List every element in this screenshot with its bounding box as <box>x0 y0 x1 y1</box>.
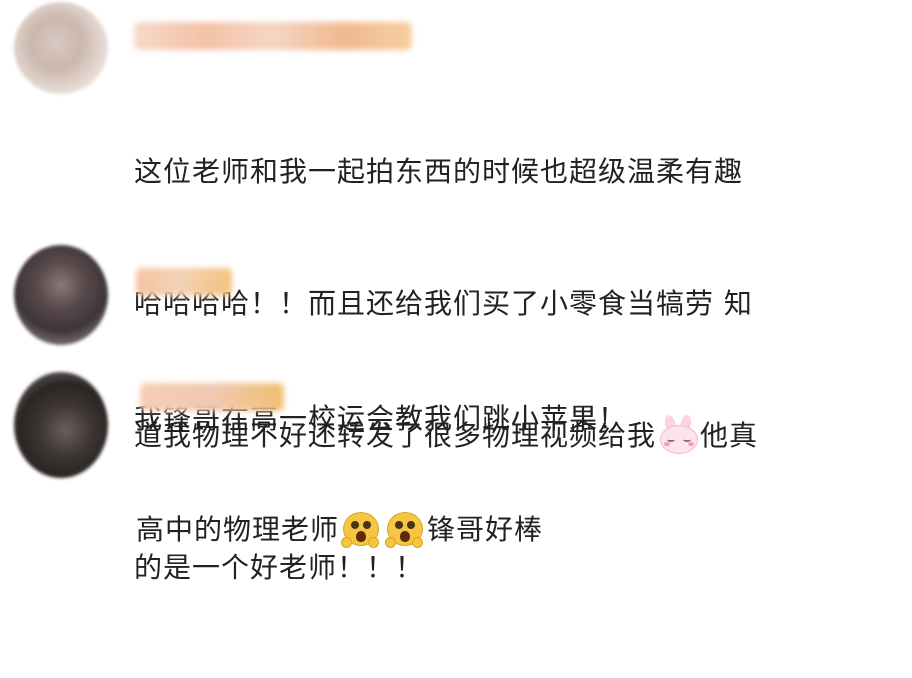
avatar[interactable] <box>14 245 108 345</box>
comment-text: 高中的物理老师 锋哥好棒 <box>136 420 896 640</box>
comment-line: 这位老师和我一起拍东西的时候也超级温柔有趣 <box>134 155 744 188</box>
avatar[interactable] <box>14 372 108 478</box>
comment-line: 高中的物理老师 锋哥好棒 <box>136 508 896 552</box>
shocked-face-emoji-icon <box>385 509 424 548</box>
comment-line-text: 锋哥好棒 <box>427 513 544 546</box>
avatar[interactable] <box>14 2 108 94</box>
shocked-face-emoji-icon <box>341 509 380 548</box>
comment-line-text: 高中的物理老师 <box>136 513 340 546</box>
username-blurred[interactable] <box>136 268 232 296</box>
username-blurred[interactable] <box>134 22 412 50</box>
username-blurred[interactable] <box>140 383 284 411</box>
